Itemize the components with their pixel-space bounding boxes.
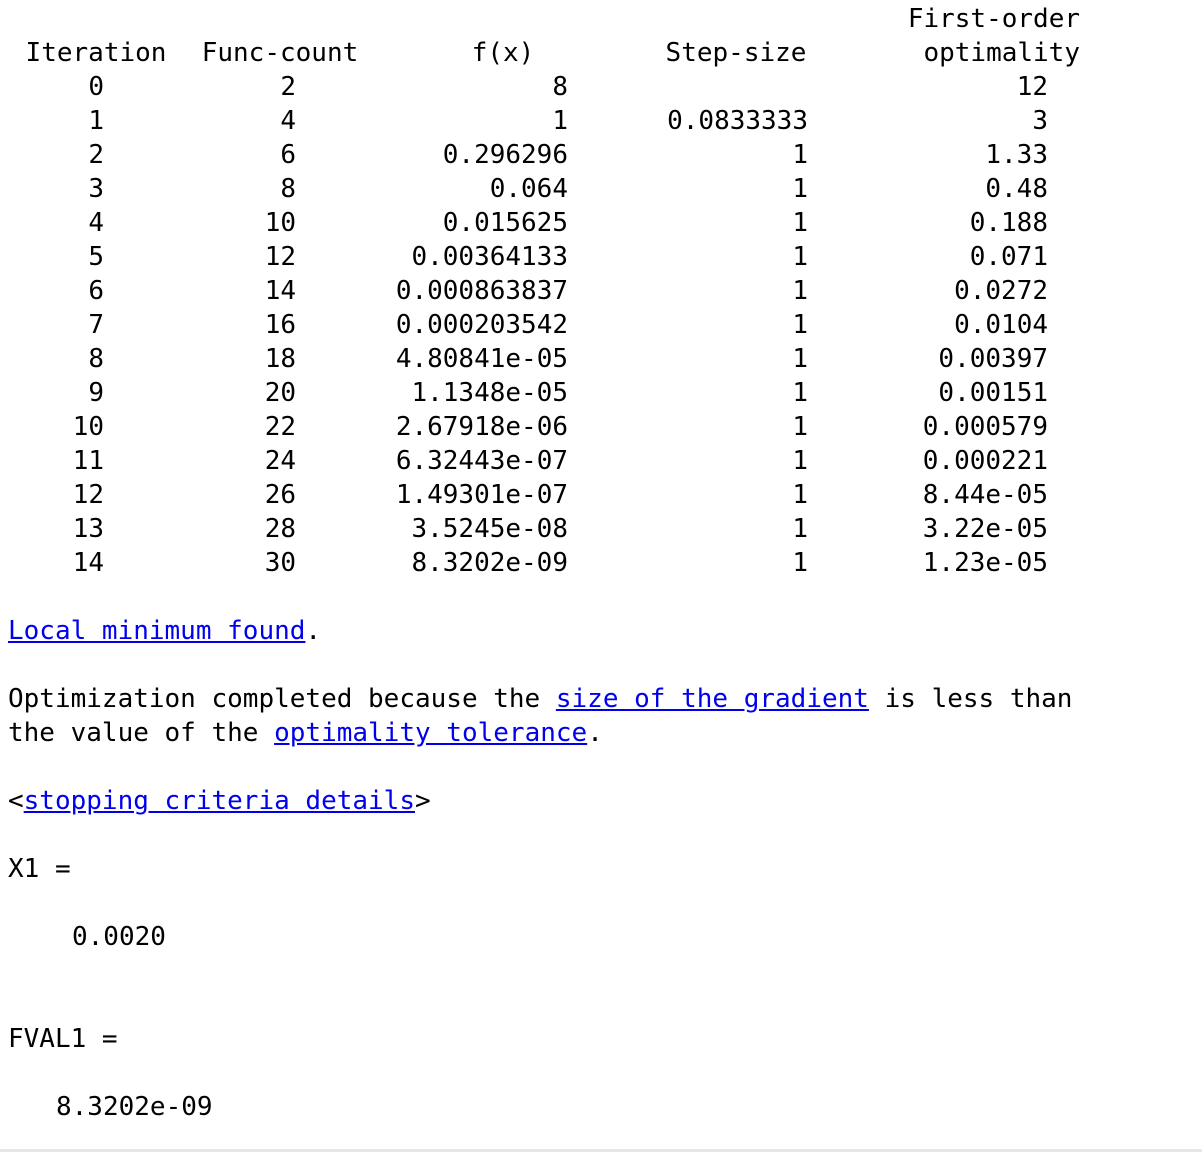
cell-step-size (548, 70, 808, 104)
opt-line1-suffix: is less than (868, 684, 1073, 714)
cell-func-count: 28 (264, 514, 296, 544)
cell-optimality: 1.23e-05 (922, 548, 1048, 578)
cell-step-size: 1 (792, 412, 808, 442)
local-minimum-link[interactable]: Local minimum found (8, 616, 305, 646)
cell-func-count: 14 (264, 276, 296, 306)
cell-func-count: 22 (264, 412, 296, 442)
stopping-criteria-line: <stopping criteria details> (8, 784, 431, 818)
cell-fx: 8.3202e-09 (411, 548, 568, 578)
cell-step-size: 0.0833333 (667, 106, 808, 136)
cell-optimality: 0.0272 (954, 276, 1048, 306)
cell-optimality: 0.188 (969, 208, 1048, 238)
cell-step-size: 1 (792, 208, 808, 238)
cell-func-count: 16 (264, 310, 296, 340)
cell-func-count: 6 (280, 140, 296, 170)
header-optimality: optimality (923, 38, 1080, 68)
x1-label: X1 = (8, 854, 71, 884)
cell-step-size: 1 (792, 174, 808, 204)
cell-step-size: 1 (792, 480, 808, 510)
cell-step-size: 1 (792, 242, 808, 272)
criteria-close-bracket: > (415, 786, 431, 816)
cell-optimality: 3 (1032, 106, 1048, 136)
fval1-label: FVAL1 = (8, 1024, 118, 1054)
cell-fx: 0.296296 (442, 140, 568, 170)
cell-optimality: 8.44e-05 (922, 480, 1048, 510)
cell-optimality: 0.000579 (922, 412, 1048, 442)
cell-fx: 6.32443e-07 (395, 446, 568, 476)
cell-optimality: 0.071 (969, 242, 1048, 272)
cell-optimality: 0.00397 (938, 344, 1048, 374)
optimality-tolerance-link[interactable]: optimality tolerance (274, 718, 587, 748)
cell-func-count: 26 (264, 480, 296, 510)
optimization-message-line-1: Optimization completed because the size … (8, 682, 1072, 716)
cell-optimality: 12 (1016, 72, 1048, 102)
header-iteration: Iteration (25, 38, 167, 68)
local-minimum-message: Local minimum found. (8, 614, 321, 648)
cell-optimality: 3.22e-05 (922, 514, 1048, 544)
fval1-value: 8.3202e-09 (56, 1092, 213, 1122)
cell-optimality: 0.00151 (938, 378, 1048, 408)
cell-fx: 3.5245e-08 (411, 514, 568, 544)
header-fx: f(x) (471, 38, 535, 68)
local-minimum-period: . (305, 616, 322, 646)
cell-func-count: 18 (264, 344, 296, 374)
cell-fx: 4.80841e-05 (395, 344, 568, 374)
cell-step-size: 1 (792, 378, 808, 408)
cell-step-size: 1 (792, 310, 808, 340)
cell-step-size: 1 (792, 514, 808, 544)
cell-optimality: 0.48 (985, 174, 1048, 204)
cell-fx: 1 (552, 106, 568, 136)
cell-func-count: 10 (264, 208, 296, 238)
cell-step-size: 1 (792, 548, 808, 578)
opt-line2-suffix: . (587, 718, 603, 748)
header-func-count: Func-count (201, 38, 359, 68)
cell-fx: 0.000203542 (395, 310, 568, 340)
header-step-size: Step-size (665, 38, 807, 68)
cell-func-count: 30 (264, 548, 296, 578)
cell-func-count: 24 (264, 446, 296, 476)
cell-func-count: 8 (280, 174, 296, 204)
cell-fx: 0.064 (489, 174, 568, 204)
optimization-message-line-2: the value of the optimality tolerance. (8, 716, 603, 750)
cell-func-count: 4 (280, 106, 296, 136)
cell-optimality: 0.0104 (954, 310, 1048, 340)
gradient-size-link[interactable]: size of the gradient (556, 684, 869, 714)
cell-fx: 0.00364133 (411, 242, 568, 272)
cell-fx: 0.000863837 (395, 276, 568, 306)
opt-line2-prefix: the value of the (8, 718, 275, 748)
opt-line1-prefix: Optimization completed because the (8, 684, 556, 714)
header-first-order: First-order (907, 4, 1080, 34)
cell-optimality: 1.33 (985, 140, 1048, 170)
cell-fx: 0.015625 (442, 208, 568, 238)
cell-fx: 8 (552, 72, 568, 102)
x1-value: 0.0020 (72, 922, 166, 952)
cell-func-count: 20 (264, 378, 296, 408)
cell-func-count: 2 (280, 72, 296, 102)
cell-optimality: 0.000221 (922, 446, 1048, 476)
cell-func-count: 12 (264, 242, 296, 272)
cell-fx: 1.1348e-05 (411, 378, 568, 408)
criteria-open-bracket: < (8, 786, 24, 816)
cell-step-size: 1 (792, 446, 808, 476)
cell-fx: 2.67918e-06 (395, 412, 568, 442)
cell-step-size: 1 (792, 276, 808, 306)
cell-step-size: 1 (792, 344, 808, 374)
cell-fx: 1.49301e-07 (395, 480, 568, 510)
cell-step-size: 1 (792, 140, 808, 170)
stopping-criteria-link[interactable]: stopping criteria details (24, 786, 415, 816)
